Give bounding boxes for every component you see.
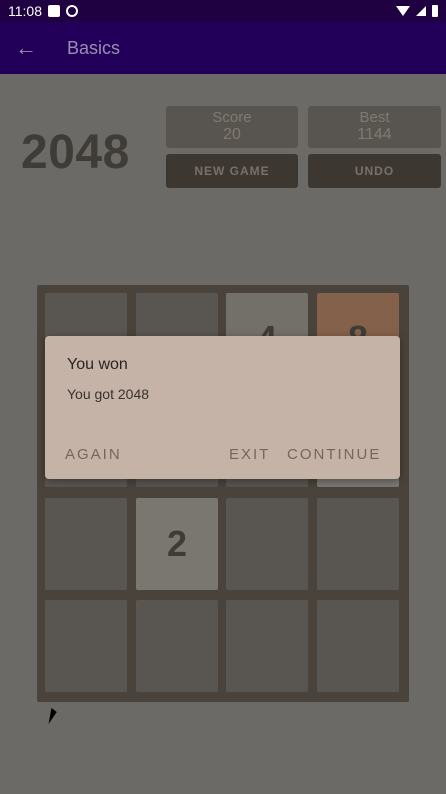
arrow-back-icon[interactable]: ← <box>0 22 52 74</box>
board-cell <box>136 600 218 692</box>
best-box: Best 1144 <box>308 106 441 148</box>
score-label: Score <box>212 109 252 126</box>
board-cell <box>226 498 308 590</box>
battery-icon <box>432 5 438 17</box>
board-cell <box>317 498 399 590</box>
board-cell <box>317 600 399 692</box>
new-game-button[interactable]: NEW GAME <box>166 154 298 188</box>
status-bar: 11:08 <box>0 0 446 22</box>
app-bar: ← Basics <box>0 22 446 74</box>
sd-card-icon <box>48 5 60 17</box>
board-cell <box>45 498 127 590</box>
best-value: 1144 <box>357 126 392 143</box>
signal-icon <box>416 6 426 16</box>
win-dialog: You won You got 2048 AGAIN EXIT CONTINUE <box>45 336 400 479</box>
board-cell <box>226 600 308 692</box>
undo-button[interactable]: UNDO <box>308 154 441 188</box>
dialog-title: You won <box>67 356 128 373</box>
exit-button[interactable]: EXIT <box>229 446 270 463</box>
mouse-cursor-icon <box>48 708 58 724</box>
again-button[interactable]: AGAIN <box>65 446 122 463</box>
sync-icon <box>66 5 78 17</box>
wifi-icon <box>396 6 410 16</box>
game-logo: 2048 <box>21 126 130 179</box>
tile: 2 <box>136 498 218 590</box>
score-value: 20 <box>223 126 241 143</box>
continue-button[interactable]: CONTINUE <box>287 446 381 463</box>
board-cell <box>45 600 127 692</box>
best-label: Best <box>359 109 390 126</box>
status-time: 11:08 <box>8 3 42 19</box>
score-box: Score 20 <box>166 106 298 148</box>
dialog-message: You got 2048 <box>67 386 150 402</box>
app-title: Basics <box>67 37 121 58</box>
